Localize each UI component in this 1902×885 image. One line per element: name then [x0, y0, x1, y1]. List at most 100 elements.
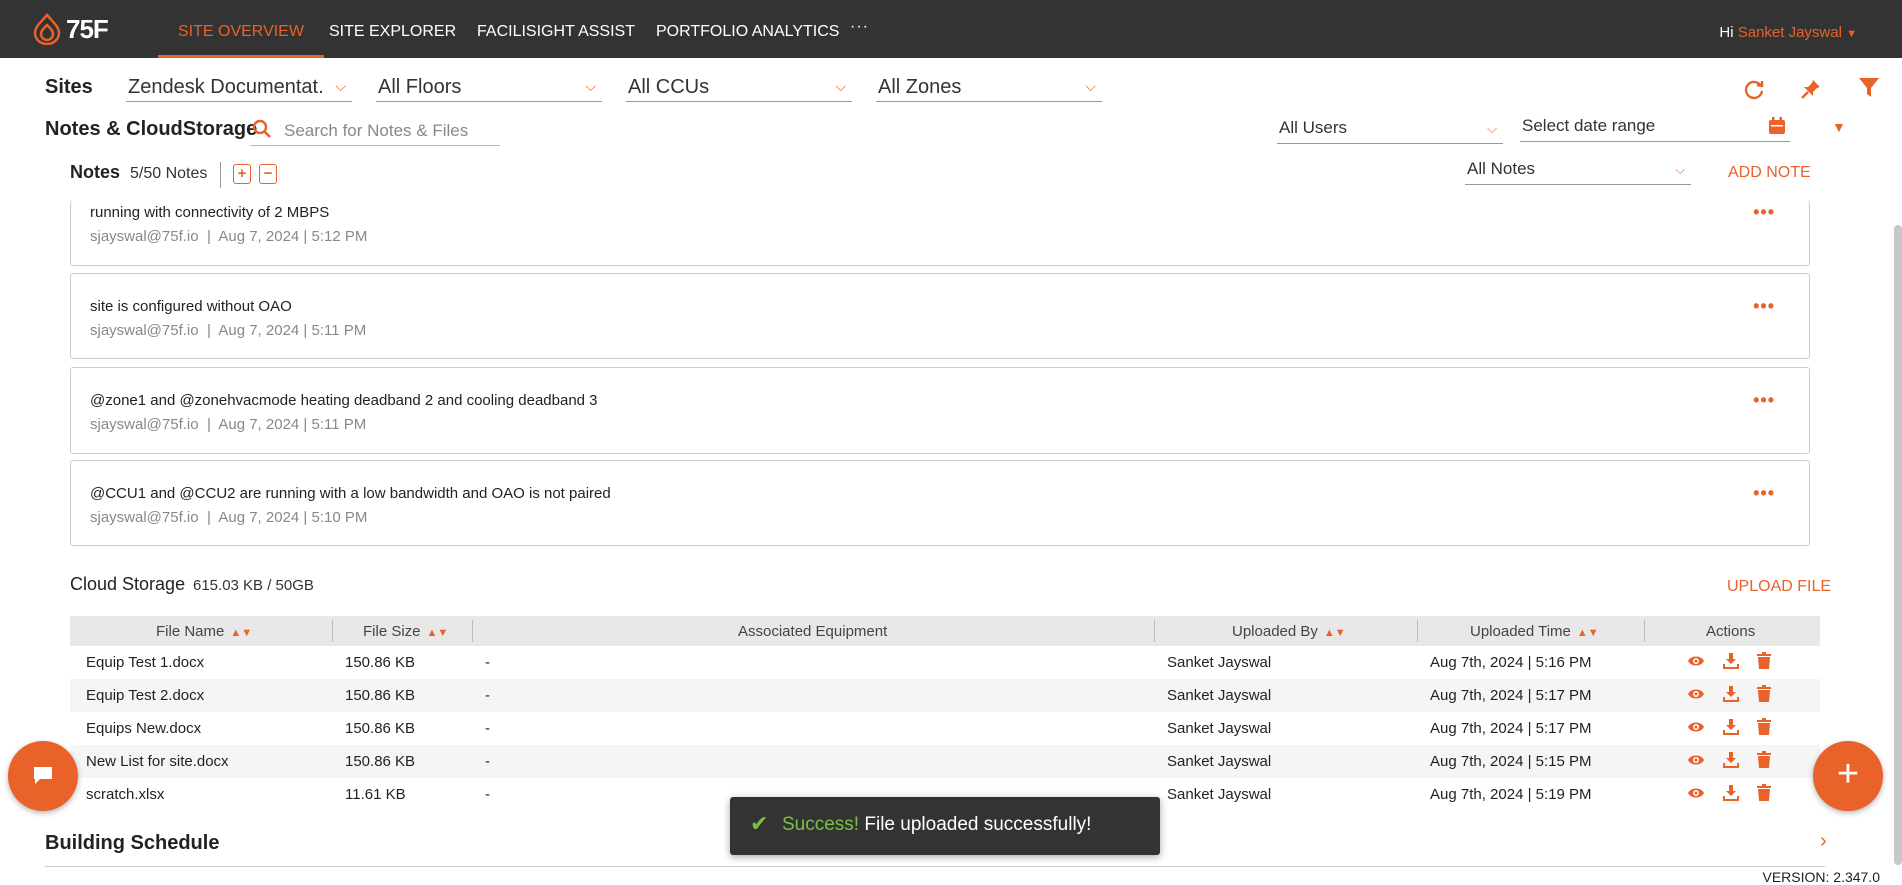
note-author: sjayswal@75f.io — [90, 228, 199, 245]
search-icon — [252, 119, 271, 138]
note-options-icon[interactable]: ••• — [1753, 202, 1775, 223]
note-card[interactable]: @CCU1 and @CCU2 are running with a low b… — [70, 460, 1810, 546]
uploaded-by-cell: Sanket Jayswal — [1167, 654, 1272, 671]
download-icon[interactable] — [1722, 718, 1740, 740]
upload-file-button[interactable]: UPLOAD FILE — [1727, 578, 1831, 596]
note-text: @zone1 and @zonehvacmode heating deadban… — [90, 392, 598, 409]
table-row[interactable]: Equip Test 2.docx 150.86 KB - Sanket Jayswa… — [70, 679, 1820, 712]
file-name-cell: Equips New.docx — [86, 720, 202, 737]
notes-filter-dropdown[interactable]: All Notes ⌵ — [1465, 155, 1691, 185]
note-time: Aug 7, 2024 | 5:10 PM — [218, 509, 368, 526]
chat-button[interactable] — [8, 741, 78, 811]
scrollbar[interactable] — [1894, 225, 1902, 865]
download-icon[interactable] — [1722, 784, 1740, 806]
greeting-text: Hi — [1719, 24, 1734, 41]
file-size-cell: 150.86 KB — [345, 687, 416, 704]
more-menu-icon[interactable]: ··· — [850, 18, 869, 36]
toast-success-label: Success! — [782, 814, 860, 835]
notes-title: Notes — [70, 162, 121, 182]
uploaded-by-cell: Sanket Jayswal — [1167, 687, 1272, 704]
tab-portfolio-analytics[interactable]: PORTFOLIO ANALYTICS — [656, 0, 839, 58]
delete-icon[interactable] — [1756, 652, 1772, 674]
note-meta: sjayswal@75f.io | Aug 7, 2024 | 5:11 PM — [90, 416, 367, 433]
column-header-uploaded-by[interactable]: Uploaded By ▲▼ — [1232, 623, 1346, 640]
download-icon[interactable] — [1722, 652, 1740, 674]
note-options-icon[interactable]: ••• — [1753, 296, 1775, 317]
uploaded-by-cell: Sanket Jayswal — [1167, 786, 1272, 803]
tab-facilisight-assist[interactable]: FACILISIGHT ASSIST — [477, 0, 635, 58]
delete-icon[interactable] — [1756, 751, 1772, 773]
view-icon[interactable] — [1687, 652, 1705, 674]
tab-site-explorer[interactable]: SITE EXPLORER — [329, 0, 456, 58]
chevron-down-icon: ⌵ — [1675, 162, 1685, 177]
chevron-down-icon: ⌵ — [585, 78, 596, 94]
file-name-cell: Equip Test 2.docx — [86, 687, 205, 704]
tab-site-overview[interactable]: SITE OVERVIEW — [158, 0, 324, 58]
table-row[interactable]: New List for site.docx 150.86 KB - Sanket J… — [70, 745, 1820, 778]
view-icon[interactable] — [1687, 784, 1705, 806]
add-fab-button[interactable]: + — [1813, 741, 1883, 811]
delete-icon[interactable] — [1756, 718, 1772, 740]
filter-icon[interactable] — [1858, 76, 1880, 100]
note-author: sjayswal@75f.io — [90, 509, 199, 526]
chevron-right-icon[interactable]: › — [1820, 830, 1827, 853]
floors-dropdown[interactable]: All Floors ⌵ — [376, 72, 602, 102]
note-text: site is configured without OAO — [90, 298, 292, 315]
delete-icon[interactable] — [1756, 685, 1772, 707]
associated-equipment-cell: - — [485, 654, 490, 671]
note-options-icon[interactable]: ••• — [1753, 390, 1775, 411]
ccus-dropdown[interactable]: All CCUs ⌵ — [626, 72, 852, 102]
user-name: Sanket Jayswal — [1737, 24, 1842, 41]
note-meta: sjayswal@75f.io | Aug 7, 2024 | 5:11 PM — [90, 322, 367, 339]
table-row[interactable]: Equip Test 1.docx 150.86 KB - Sanket Jayswa… — [70, 646, 1820, 679]
site-dropdown[interactable]: Zendesk Documentat... ⌵ — [126, 72, 352, 102]
zones-dropdown-value: All Zones — [878, 76, 962, 98]
user-menu[interactable]: Hi Sanket Jayswal ▼ — [1719, 24, 1857, 41]
notes-cloudstorage-title: Notes & CloudStorage — [45, 118, 258, 140]
note-card[interactable]: site is configured without OAO sjayswal@… — [70, 273, 1810, 359]
associated-equipment-cell: - — [485, 753, 490, 770]
view-icon[interactable] — [1687, 685, 1705, 707]
note-card[interactable]: running with connectivity of 2 MBPS sjay… — [70, 200, 1810, 266]
note-options-icon[interactable]: ••• — [1753, 483, 1775, 504]
sites-label: Sites — [45, 76, 93, 98]
view-icon[interactable] — [1687, 718, 1705, 740]
file-name-cell: scratch.xlsx — [86, 786, 165, 803]
top-navigation-bar: 75F SITE OVERVIEW SITE EXPLORER FACILISI… — [0, 0, 1902, 58]
cloud-storage-title: Cloud Storage — [70, 574, 186, 594]
column-header-file-name[interactable]: File Name ▲▼ — [156, 623, 252, 640]
add-note-button[interactable]: ADD NOTE — [1728, 164, 1811, 182]
search-input[interactable]: Search for Notes & Files — [250, 116, 500, 146]
chevron-down-icon: ▼ — [1846, 28, 1857, 40]
note-time: Aug 7, 2024 | 5:12 PM — [218, 228, 368, 245]
logo[interactable]: 75F — [32, 13, 109, 45]
pin-icon[interactable] — [1800, 78, 1822, 100]
users-filter-dropdown[interactable]: All Users ⌵ — [1277, 114, 1503, 144]
uploaded-time-cell: Aug 7th, 2024 | 5:17 PM — [1430, 687, 1592, 704]
chat-icon — [34, 767, 52, 784]
note-card[interactable]: @zone1 and @zonehvacmode heating deadban… — [70, 367, 1810, 454]
download-icon[interactable] — [1722, 751, 1740, 773]
expand-all-button[interactable]: + — [233, 164, 251, 184]
note-time: Aug 7, 2024 | 5:11 PM — [218, 416, 367, 433]
cloud-storage-usage: 615.03 KB / 50GB — [193, 577, 314, 594]
column-header-uploaded-time[interactable]: Uploaded Time ▲▼ — [1470, 623, 1599, 640]
check-icon: ✔ — [750, 811, 769, 836]
uploaded-time-cell: Aug 7th, 2024 | 5:15 PM — [1430, 753, 1592, 770]
column-header-file-size[interactable]: File Size ▲▼ — [363, 623, 448, 640]
zones-dropdown[interactable]: All Zones ⌵ — [876, 72, 1102, 102]
collapse-all-button[interactable]: − — [259, 164, 277, 184]
sort-icon: ▲▼ — [1576, 627, 1599, 639]
table-row[interactable]: Equips New.docx 150.86 KB - Sanket Jayswal A… — [70, 712, 1820, 745]
floors-dropdown-value: All Floors — [378, 76, 462, 98]
download-icon[interactable] — [1722, 685, 1740, 707]
toast-message: Success! File uploaded successfully! — [782, 814, 1091, 836]
note-text: running with connectivity of 2 MBPS — [90, 204, 330, 221]
view-icon[interactable] — [1687, 751, 1705, 773]
refresh-icon[interactable] — [1743, 78, 1765, 100]
calendar-icon[interactable] — [1768, 117, 1786, 135]
date-range-picker[interactable]: Select date range — [1520, 112, 1790, 142]
collapse-chevron-icon[interactable]: ▼ — [1832, 119, 1846, 135]
delete-icon[interactable] — [1756, 784, 1772, 806]
chevron-down-icon: ⌵ — [1487, 121, 1497, 136]
